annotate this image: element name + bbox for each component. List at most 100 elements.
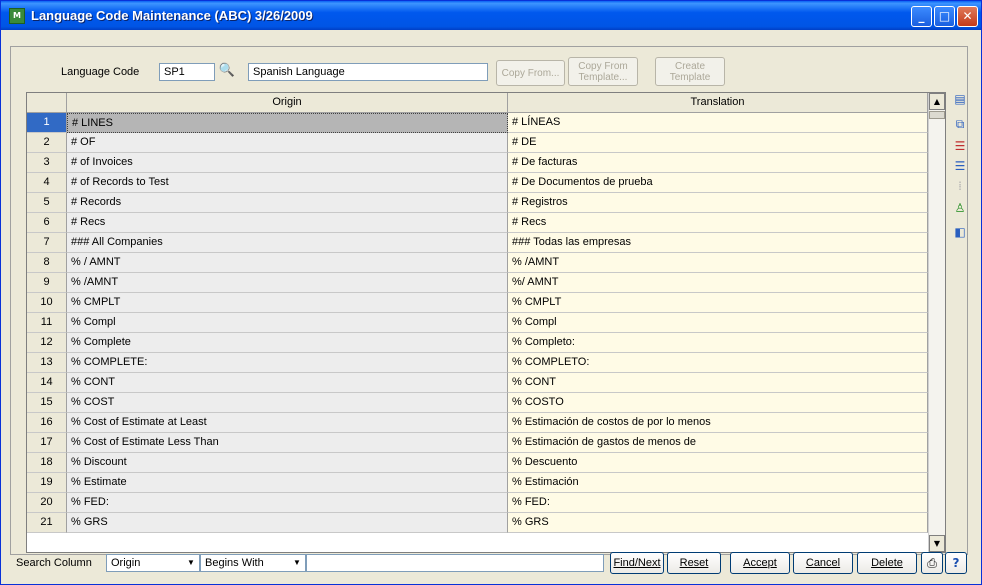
row-number[interactable]: 1 [27,113,67,133]
row-number[interactable]: 18 [27,453,67,473]
minimize-button[interactable]: _ [911,6,932,27]
translation-cell[interactable]: # De facturas [508,153,928,173]
translation-cell[interactable]: # Registros [508,193,928,213]
origin-cell[interactable]: % FED: [67,493,508,513]
origin-cell[interactable]: % Complete [67,333,508,353]
origin-cell[interactable]: # Records [67,193,508,213]
origin-cell[interactable]: % / AMNT [67,253,508,273]
scroll-thumb[interactable] [929,111,945,119]
row-number[interactable]: 7 [27,233,67,253]
origin-cell[interactable]: # OF [67,133,508,153]
translation-cell[interactable]: # DE [508,133,928,153]
origin-cell[interactable]: % CONT [67,373,508,393]
origin-cell[interactable]: % Estimate [67,473,508,493]
translation-cell[interactable]: % Estimación [508,473,928,493]
table-row[interactable]: 1 # LINES # LÍNEAS [27,113,928,133]
print-icon[interactable]: ⎙ [921,552,943,574]
translation-grid[interactable]: Origin Translation 1 # LINES # LÍNEAS 2 # OF… [26,92,946,553]
create-template-button[interactable]: Create Template [655,57,725,86]
origin-cell[interactable]: # of Records to Test [67,173,508,193]
origin-cell[interactable]: % COMPLETE: [67,353,508,373]
translation-cell[interactable]: % COMPLETO: [508,353,928,373]
origin-cell[interactable]: # Recs [67,213,508,233]
chevron-down-icon[interactable]: ▼ [290,556,304,570]
translation-cell[interactable]: % FED: [508,493,928,513]
translation-cell[interactable]: % Estimación de gastos de menos de [508,433,928,453]
row-number[interactable]: 8 [27,253,67,273]
origin-cell[interactable]: # of Invoices [67,153,508,173]
translation-cell[interactable]: % COSTO [508,393,928,413]
find-next-button[interactable]: Find/Next [610,552,664,574]
translation-cell[interactable]: # LÍNEAS [508,113,928,133]
export-icon[interactable]: ◧ [952,224,968,240]
search-input[interactable] [306,554,604,572]
row-number[interactable]: 4 [27,173,67,193]
vertical-scrollbar[interactable]: ▲ ▼ [928,93,945,552]
table-row[interactable]: 8% / AMNT% /AMNT [27,253,928,273]
row-number[interactable]: 3 [27,153,67,173]
search-column-select[interactable]: Origin ▼ [106,554,200,572]
copy-from-button[interactable]: Copy From... [496,60,565,86]
origin-cell[interactable]: % Cost of Estimate at Least [67,413,508,433]
table-row[interactable]: 14% CONT% CONT [27,373,928,393]
table-row[interactable]: 15% COST% COSTO [27,393,928,413]
table-row[interactable]: 18% Discount% Descuento [27,453,928,473]
table-row[interactable]: 6 # Recs # Recs [27,213,928,233]
origin-cell[interactable]: % /AMNT [67,273,508,293]
row-number[interactable]: 12 [27,333,67,353]
table-row[interactable]: 21% GRS% GRS [27,513,928,533]
help-icon[interactable]: ? [945,552,967,574]
sage-mas-icon[interactable]: M [9,8,25,24]
translation-cell[interactable]: % CMPLT [508,293,928,313]
language-code-field[interactable]: SP1 [159,63,215,81]
origin-column-header[interactable]: Origin [67,93,508,113]
table-row[interactable]: 7 ### All Companies ### Todas las empresas [27,233,928,253]
accept-button[interactable]: Accept [730,552,790,574]
table-row[interactable]: 9% /AMNT %/ AMNT [27,273,928,293]
translation-column-header[interactable]: Translation [508,93,928,113]
table-row[interactable]: 10% CMPLT% CMPLT [27,293,928,313]
table-row[interactable]: 2 # OF # DE [27,133,928,153]
origin-cell[interactable]: % GRS [67,513,508,533]
table-row[interactable]: 4 # of Records to Test # De Documentos de … [27,173,928,193]
row-number[interactable]: 11 [27,313,67,333]
row-number[interactable]: 15 [27,393,67,413]
row-number[interactable]: 6 [27,213,67,233]
table-row[interactable]: 3 # of Invoices # De facturas [27,153,928,173]
row-number[interactable]: 10 [27,293,67,313]
translation-cell[interactable]: # De Documentos de prueba [508,173,928,193]
row-number[interactable]: 19 [27,473,67,493]
row-number[interactable]: 9 [27,273,67,293]
translation-cell[interactable]: % Estimación de costos de por lo menos [508,413,928,433]
delete-row-icon[interactable]: ☰ [952,138,968,154]
translation-cell[interactable]: % Compl [508,313,928,333]
origin-cell[interactable]: % Cost of Estimate Less Than [67,433,508,453]
translation-cell[interactable]: % Completo: [508,333,928,353]
origin-cell[interactable]: % COST [67,393,508,413]
origin-cell[interactable]: ### All Companies [67,233,508,253]
column-settings-icon[interactable]: ⁞ [952,178,968,194]
translation-cell[interactable]: # Recs [508,213,928,233]
close-button[interactable]: ✕ [957,6,978,27]
move-row-icon[interactable]: ☰ [952,158,968,174]
maximize-button[interactable]: □ [934,6,955,27]
row-number[interactable]: 17 [27,433,67,453]
language-name-field[interactable]: Spanish Language [248,63,488,81]
table-row[interactable]: 12% Complete% Completo: [27,333,928,353]
cancel-button[interactable]: Cancel [793,552,853,574]
row-number[interactable]: 16 [27,413,67,433]
title-bar[interactable]: M Language Code Maintenance (ABC) 3/26/2… [1,1,981,30]
copy-from-template-button[interactable]: Copy From Template... [568,57,638,86]
scroll-up-button[interactable]: ▲ [929,93,945,110]
user-arrow-icon[interactable]: ♙ [952,200,968,216]
row-number[interactable]: 5 [27,193,67,213]
table-row[interactable]: 5 # Records # Registros [27,193,928,213]
origin-cell[interactable]: % CMPLT [67,293,508,313]
row-number[interactable]: 21 [27,513,67,533]
table-row[interactable]: 20% FED:% FED: [27,493,928,513]
origin-cell[interactable]: % Discount [67,453,508,473]
row-number[interactable]: 20 [27,493,67,513]
translation-cell[interactable]: ### Todas las empresas [508,233,928,253]
translation-cell[interactable]: % GRS [508,513,928,533]
translation-cell[interactable]: % /AMNT [508,253,928,273]
